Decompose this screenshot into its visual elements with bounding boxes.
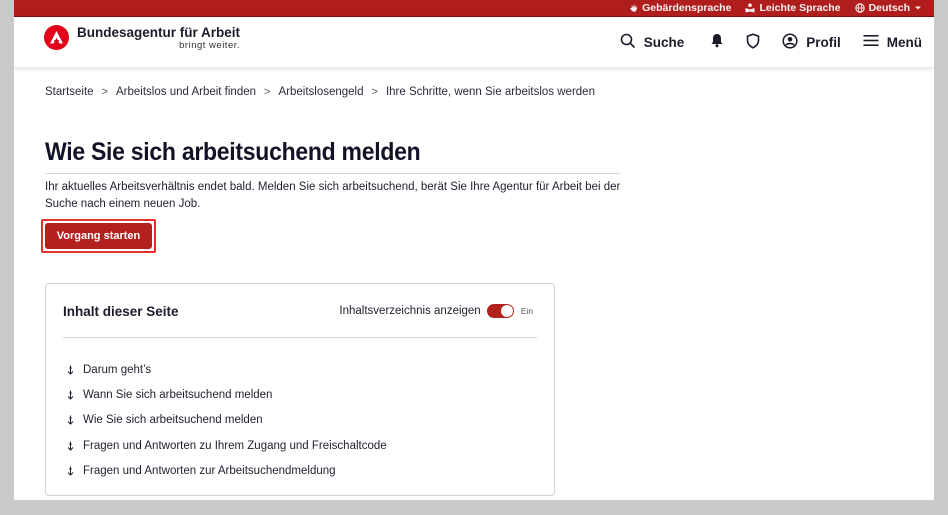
language-selector[interactable]: Deutsch (854, 2, 922, 14)
bell-icon (710, 33, 724, 51)
hamburger-icon (863, 34, 879, 50)
chevron-down-icon (914, 5, 922, 11)
toc-toggle-state: Ein (520, 306, 533, 316)
title-divider (45, 173, 620, 174)
search-icon (620, 33, 636, 52)
profile-button[interactable]: Profil (782, 32, 841, 52)
breadcrumb-item[interactable]: Arbeitslos und Arbeit finden (116, 86, 256, 98)
table-of-contents: Inhalt dieser Seite Inhaltsverzeichnis a… (45, 283, 555, 496)
sign-language-label: Gebärdensprache (642, 2, 732, 14)
ba-logo-icon (44, 25, 69, 50)
arrow-down-icon (66, 365, 74, 375)
toc-divider (63, 337, 537, 338)
intro-text: Ihr aktuelles Arbeitsverhältnis endet ba… (45, 181, 621, 210)
user-circle-icon (782, 32, 798, 52)
profile-label: Profil (806, 34, 841, 50)
arrow-down-icon (66, 466, 74, 476)
menu-button[interactable]: Menü (863, 34, 922, 50)
arrow-down-icon (66, 415, 74, 425)
chevron-right-icon: > (371, 86, 378, 98)
notifications-button[interactable] (710, 33, 724, 51)
easy-language-label: Leichte Sprache (759, 2, 841, 14)
page-title: Wie Sie sich arbeitsuchend melden (45, 138, 421, 166)
start-process-button[interactable]: Vorgang starten (45, 223, 152, 249)
breadcrumb: Startseite > Arbeitslos und Arbeit finde… (45, 86, 595, 98)
logo-link[interactable]: Bundesagentur für Arbeit bringt weiter. (44, 25, 240, 51)
toc-link-4[interactable]: Fragen und Antworten zur Arbeitsuchendme… (66, 458, 387, 483)
toc-link-2[interactable]: Wie Sie sich arbeitsuchend melden (66, 408, 387, 433)
sign-language-link[interactable]: Gebärdensprache (629, 2, 731, 14)
breadcrumb-item[interactable]: Ihre Schritte, wenn Sie arbeitslos werde… (386, 86, 595, 98)
toc-link-1[interactable]: Wann Sie sich arbeitsuchend melden (66, 382, 387, 407)
toc-item-label: Wann Sie sich arbeitsuchend melden (83, 388, 273, 401)
toc-list: Darum geht’s Wann Sie sich arbeitsuchend… (66, 357, 387, 483)
main-nav: Suche Profil Menü (620, 17, 922, 67)
breadcrumb-item[interactable]: Startseite (45, 86, 94, 98)
chevron-right-icon: > (264, 86, 271, 98)
page: Gebärdensprache Leichte Sprache Deutsch … (14, 0, 934, 500)
toc-item-label: Wie Sie sich arbeitsuchend melden (83, 414, 263, 427)
toc-title: Inhalt dieser Seite (63, 304, 179, 319)
utility-bar: Gebärdensprache Leichte Sprache Deutsch (14, 0, 934, 17)
menu-label: Menü (886, 34, 922, 50)
toc-toggle-switch[interactable] (486, 304, 514, 318)
reading-icon (745, 3, 755, 13)
logo-claim: bringt weiter. (179, 40, 241, 51)
arrow-down-icon (66, 441, 74, 451)
chevron-right-icon: > (101, 86, 109, 98)
search-button[interactable]: Suche (620, 33, 685, 52)
breadcrumb-item[interactable]: Arbeitslosengeld (278, 86, 363, 98)
hand-icon (629, 3, 638, 13)
toc-link-0[interactable]: Darum geht’s (66, 357, 387, 382)
easy-language-link[interactable]: Leichte Sprache (745, 2, 841, 14)
site-header: Bundesagentur für Arbeit bringt weiter. … (14, 17, 934, 67)
arrow-down-icon (66, 390, 74, 400)
toc-link-3[interactable]: Fragen und Antworten zu Ihrem Zugang und… (66, 433, 387, 458)
globe-icon (854, 3, 865, 13)
language-label: Deutsch (868, 2, 910, 14)
shield-icon (746, 32, 760, 52)
logo-name: Bundesagentur für Arbeit (77, 25, 241, 40)
toc-toggle-label: Inhaltsverzeichnis anzeigen (339, 305, 481, 317)
toc-toggle-group: Inhaltsverzeichnis anzeigen Ein (339, 304, 533, 318)
switch-knob (500, 305, 513, 317)
toc-item-label: Fragen und Antworten zur Arbeitsuchendme… (83, 464, 336, 477)
search-label: Suche (643, 34, 685, 50)
toc-item-label: Fragen und Antworten zu Ihrem Zugang und… (83, 439, 387, 452)
toc-item-label: Darum geht’s (83, 363, 152, 376)
privacy-button[interactable] (746, 32, 760, 52)
